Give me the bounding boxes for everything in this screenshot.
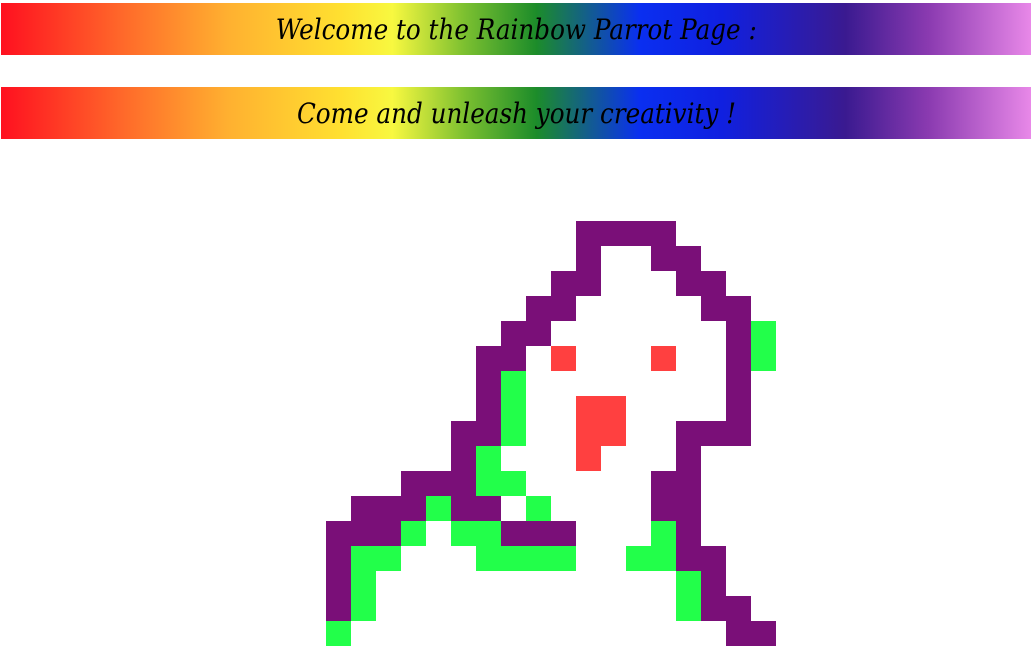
accent-pixel [476, 546, 576, 571]
accent-pixel [426, 496, 451, 521]
outline-pixel [701, 596, 751, 621]
accent-pixel [351, 571, 376, 621]
accent-pixel [501, 471, 526, 496]
parrot-eyes [551, 346, 676, 371]
accent-pixel [651, 521, 676, 546]
parrot-beak [576, 396, 626, 471]
outline-pixel [476, 346, 526, 371]
outline-pixel [501, 521, 576, 546]
outline-pixel [501, 321, 551, 346]
accent-pixel [501, 371, 526, 446]
outline-pixel [676, 446, 701, 471]
outline-pixel [676, 271, 726, 296]
outline-pixel [451, 446, 476, 471]
accent-pixel [451, 521, 501, 546]
outline-pixel [451, 496, 501, 521]
accent-pixel [401, 521, 426, 546]
outline-pixel [526, 296, 576, 321]
outline-pixel [726, 621, 776, 646]
outline-pixel [451, 421, 501, 446]
outline-pixel [326, 546, 351, 571]
outline-pixel [551, 271, 601, 296]
outline-pixel [326, 521, 401, 546]
outline-pixel [651, 496, 701, 521]
outline-pixel [576, 246, 601, 271]
accent-pixel [751, 321, 776, 371]
outline-pixel [576, 221, 676, 246]
outline-pixel [726, 396, 751, 421]
outline-pixel [726, 371, 751, 396]
accent-pixel [526, 496, 551, 521]
parrot-outline [326, 221, 776, 646]
outline-pixel [351, 496, 426, 521]
outline-pixel [326, 596, 351, 621]
outline-pixel [651, 471, 701, 496]
outline-pixel [726, 321, 751, 346]
pixel-parrot-artwork [326, 221, 776, 646]
outline-pixel [676, 421, 751, 446]
accent-pixel [351, 546, 401, 571]
outline-pixel [701, 296, 751, 321]
outline-pixel [476, 396, 501, 421]
outline-pixel [676, 521, 701, 546]
outline-pixel [726, 346, 751, 371]
outline-pixel [651, 246, 701, 271]
right-eye [651, 346, 676, 371]
accent-pixel [476, 446, 501, 496]
beak-pixel [576, 396, 626, 446]
outline-pixel [676, 546, 726, 571]
beak-pixel [576, 446, 601, 471]
outline-pixel [476, 371, 501, 396]
outline-pixel [701, 571, 726, 596]
outline-pixel [326, 571, 351, 596]
accent-pixel [326, 621, 351, 646]
accent-pixel [676, 571, 701, 621]
accent-pixel [626, 546, 676, 571]
outline-pixel [401, 471, 476, 496]
left-eye [551, 346, 576, 371]
